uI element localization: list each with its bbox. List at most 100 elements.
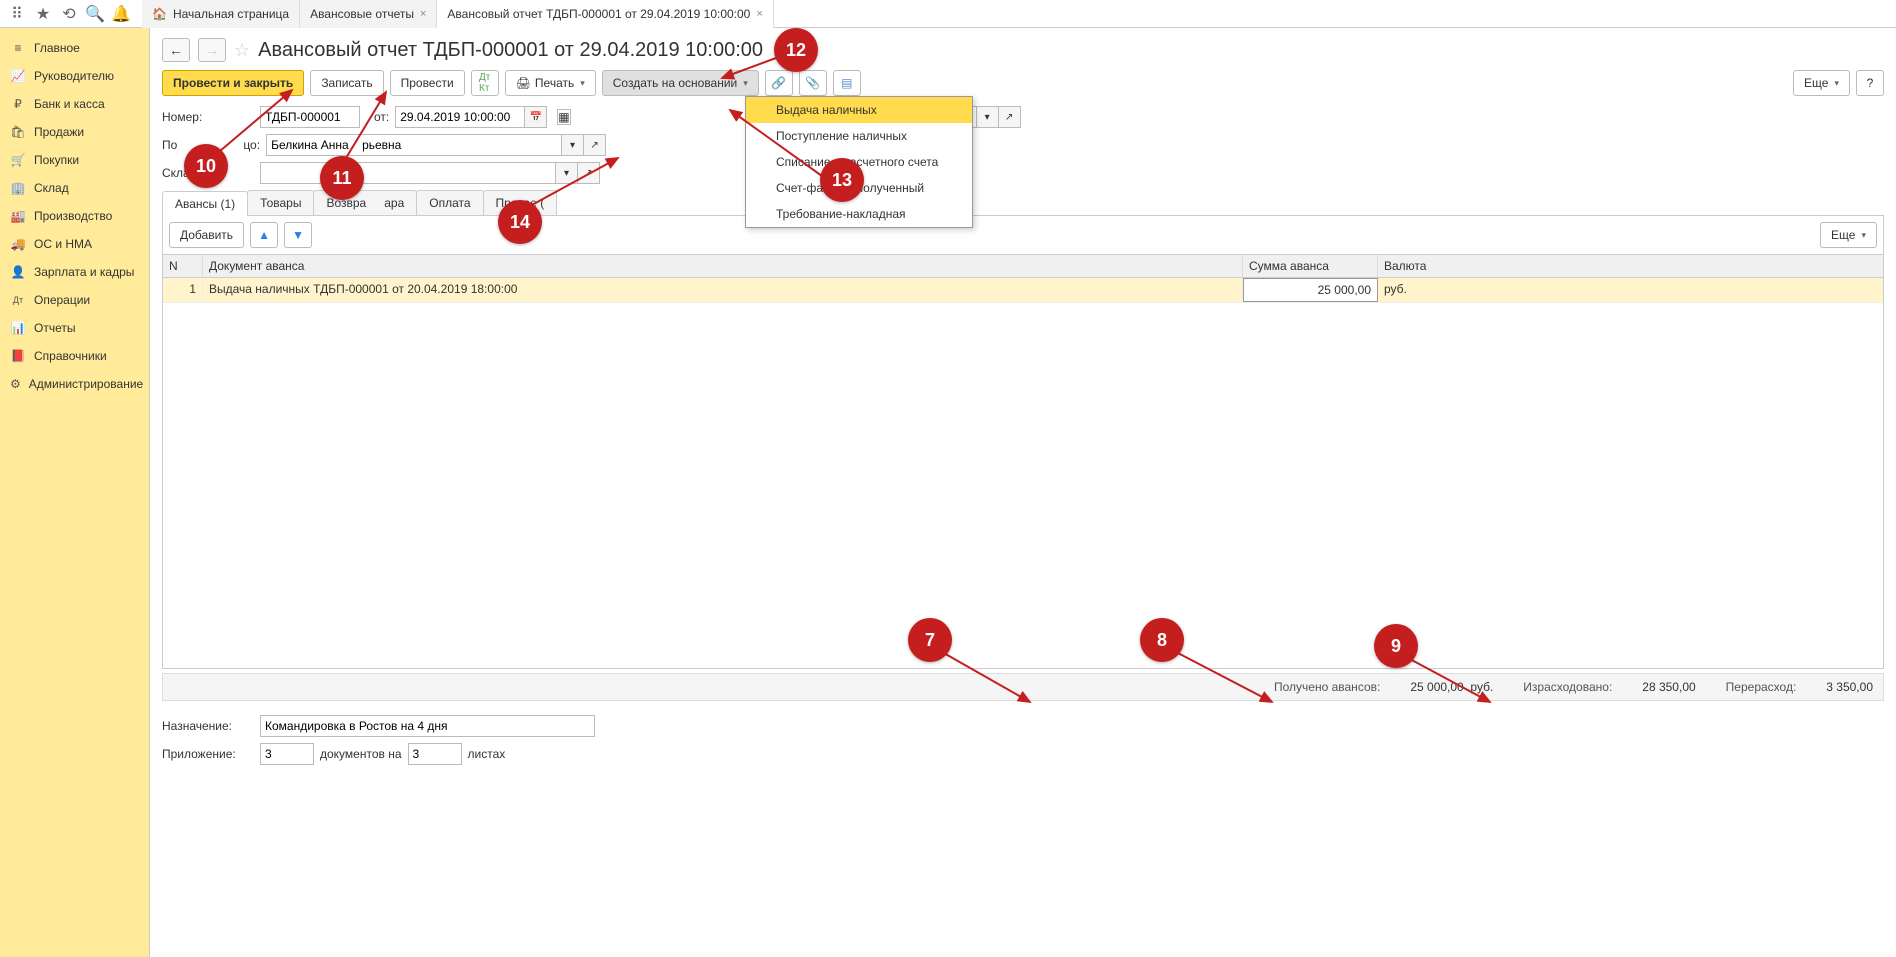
col-sum: Сумма аванса — [1243, 255, 1378, 277]
open-button[interactable]: ↗ — [584, 134, 606, 156]
main-content: ← → ☆ Авансовый отчет ТДБП-000001 от 29.… — [150, 28, 1896, 957]
bag-icon: 🛍 — [10, 125, 26, 139]
tab-advances[interactable]: Авансы (1) — [162, 191, 248, 216]
favorite-star-icon[interactable]: ☆ — [234, 40, 250, 61]
menu-item-cash-in[interactable]: Поступление наличных — [746, 123, 972, 149]
row-attachment: Приложение: документов на листах — [162, 743, 1884, 765]
sidebar-item-warehouse[interactable]: 🏢Склад — [0, 174, 149, 202]
building-icon: 🏢 — [10, 181, 26, 195]
search-icon[interactable]: 🔍 — [82, 1, 108, 27]
person-input[interactable] — [266, 134, 562, 156]
row-number: Номер: от: 📅 ▦ ▾ ↗ — [162, 106, 1884, 128]
menu-item-cash-out[interactable]: Выдача наличных — [746, 97, 972, 123]
dtkt-button[interactable]: ДтКт — [471, 70, 499, 96]
sidebar-item-sales[interactable]: 🛍Продажи — [0, 118, 149, 146]
date-input[interactable] — [395, 106, 525, 128]
sidebar: ≡ Главное 📈 Руководителю ₽Банк и касса 🛍Пр… — [0, 28, 150, 957]
over-label: Перерасход: — [1726, 680, 1797, 694]
menu-icon: ≡ — [10, 41, 26, 55]
sidebar-item-label: Руководителю — [34, 69, 114, 83]
col-doc: Документ аванса — [203, 255, 1243, 277]
calendar-button[interactable]: 📅 — [525, 106, 547, 128]
caret-down-icon: ▾ — [1834, 78, 1839, 89]
received-label: Получено авансов: — [1274, 680, 1380, 694]
move-up-button[interactable]: ▲ — [250, 222, 278, 248]
close-icon[interactable]: × — [756, 8, 762, 20]
stamp-button[interactable]: ▦ — [557, 109, 570, 125]
dropdown-button[interactable]: ▾ — [977, 106, 999, 128]
badge-7: 7 — [908, 618, 952, 662]
add-button[interactable]: Добавить — [169, 222, 244, 248]
badge-10: 10 — [184, 144, 228, 188]
menu-item-requisition[interactable]: Требование-накладная — [746, 201, 972, 227]
chart-icon: 📈 — [10, 69, 26, 83]
open-button[interactable]: ↗ — [999, 106, 1021, 128]
sidebar-item-payroll[interactable]: 👤Зарплата и кадры — [0, 258, 149, 286]
sidebar-item-operations[interactable]: ДтОперации — [0, 286, 149, 314]
post-button[interactable]: Провести — [390, 70, 465, 96]
title-row: ← → ☆ Авансовый отчет ТДБП-000001 от 29.… — [162, 38, 1884, 62]
create-based-button[interactable]: Создать на основании▾ — [602, 70, 759, 96]
table-row[interactable]: 1 Выдача наличных ТДБП-000001 от 20.04.2… — [163, 278, 1883, 303]
purpose-input[interactable] — [260, 715, 595, 737]
caret-down-icon: ▾ — [743, 78, 748, 89]
sidebar-item-purchases[interactable]: 🛒Покупки — [0, 146, 149, 174]
open-button[interactable]: ↗ — [578, 162, 600, 184]
print-button[interactable]: 🖨Печать▾ — [505, 70, 596, 96]
dtkt-icon: ДтКт — [479, 72, 490, 94]
sidebar-item-label: Главное — [34, 41, 80, 55]
tab-content: Добавить ▲ ▼ Еще▾ N Документ аванса Сумм… — [162, 216, 1884, 669]
related-button[interactable]: 🔗 — [765, 70, 793, 96]
row-person: По цо: ▾ ↗ — [162, 134, 1884, 156]
sidebar-item-production[interactable]: 🏭Производство — [0, 202, 149, 230]
save-button[interactable]: Записать — [310, 70, 383, 96]
sidebar-item-assets[interactable]: 🚚ОС и НМА — [0, 230, 149, 258]
close-icon[interactable]: × — [420, 8, 426, 20]
apps-icon[interactable]: ⠿ — [4, 1, 30, 27]
cell-cur: руб. — [1378, 278, 1883, 302]
sidebar-item-bank[interactable]: ₽Банк и касса — [0, 90, 149, 118]
docs-count-input[interactable] — [260, 743, 314, 765]
more-button[interactable]: Еще▾ — [1793, 70, 1850, 96]
bars-icon: 📊 — [10, 321, 26, 335]
dropdown-button[interactable]: ▾ — [556, 162, 578, 184]
doc-tab-bar: Авансы (1) Товары Возвраxxxара Оплата Пр… — [162, 190, 1884, 216]
sidebar-item-refs[interactable]: 📕Справочники — [0, 342, 149, 370]
caret-down-icon: ▾ — [580, 78, 585, 89]
history-icon[interactable]: ⟲ — [56, 1, 82, 27]
tab-toolbar: Добавить ▲ ▼ Еще▾ — [163, 216, 1883, 254]
star-icon[interactable]: ★ — [30, 1, 56, 27]
post-close-button[interactable]: Провести и закрыть — [162, 70, 304, 96]
grid-body[interactable]: 1 Выдача наличных ТДБП-000001 от 20.04.2… — [163, 278, 1883, 668]
pages-count-input[interactable] — [408, 743, 462, 765]
tab-current[interactable]: Авансовый отчет ТДБП-000001 от 29.04.201… — [437, 0, 773, 28]
move-down-button[interactable]: ▼ — [284, 222, 312, 248]
number-input[interactable] — [260, 106, 360, 128]
sidebar-item-admin[interactable]: ⚙Администрирование — [0, 370, 149, 398]
document-icon: ▤ — [841, 76, 852, 90]
dropdown-button[interactable]: ▾ — [562, 134, 584, 156]
sheet-button[interactable]: ▤ — [833, 70, 861, 96]
home-icon: 🏠 — [152, 7, 167, 21]
sidebar-item-label: Администрирование — [29, 377, 143, 391]
attach-button[interactable]: 📎 — [799, 70, 827, 96]
bell-icon[interactable]: 🔔 — [108, 1, 134, 27]
warehouse-input[interactable] — [260, 162, 556, 184]
docs-label: документов на — [320, 747, 402, 761]
sidebar-item-manager[interactable]: 📈 Руководителю — [0, 62, 149, 90]
back-button[interactable]: ← — [162, 38, 190, 62]
tab-payment[interactable]: Оплата — [416, 190, 483, 215]
sidebar-item-main[interactable]: ≡ Главное — [0, 34, 149, 62]
person-label-end: цо: — [243, 138, 260, 152]
bottom-fields: Назначение: Приложение: документов на ли… — [162, 715, 1884, 765]
forward-button[interactable]: → — [198, 38, 226, 62]
tab-reports[interactable]: Авансовые отчеты × — [300, 0, 437, 28]
badge-9: 9 — [1374, 624, 1418, 668]
tab-home[interactable]: 🏠 Начальная страница — [142, 0, 300, 28]
col-n: N — [163, 255, 203, 277]
tab-goods[interactable]: Товары — [247, 190, 314, 215]
sidebar-item-reports[interactable]: 📊Отчеты — [0, 314, 149, 342]
cell-sum[interactable]: 25 000,00 — [1243, 278, 1378, 302]
help-button[interactable]: ? — [1856, 70, 1884, 96]
more-button[interactable]: Еще▾ — [1820, 222, 1877, 248]
